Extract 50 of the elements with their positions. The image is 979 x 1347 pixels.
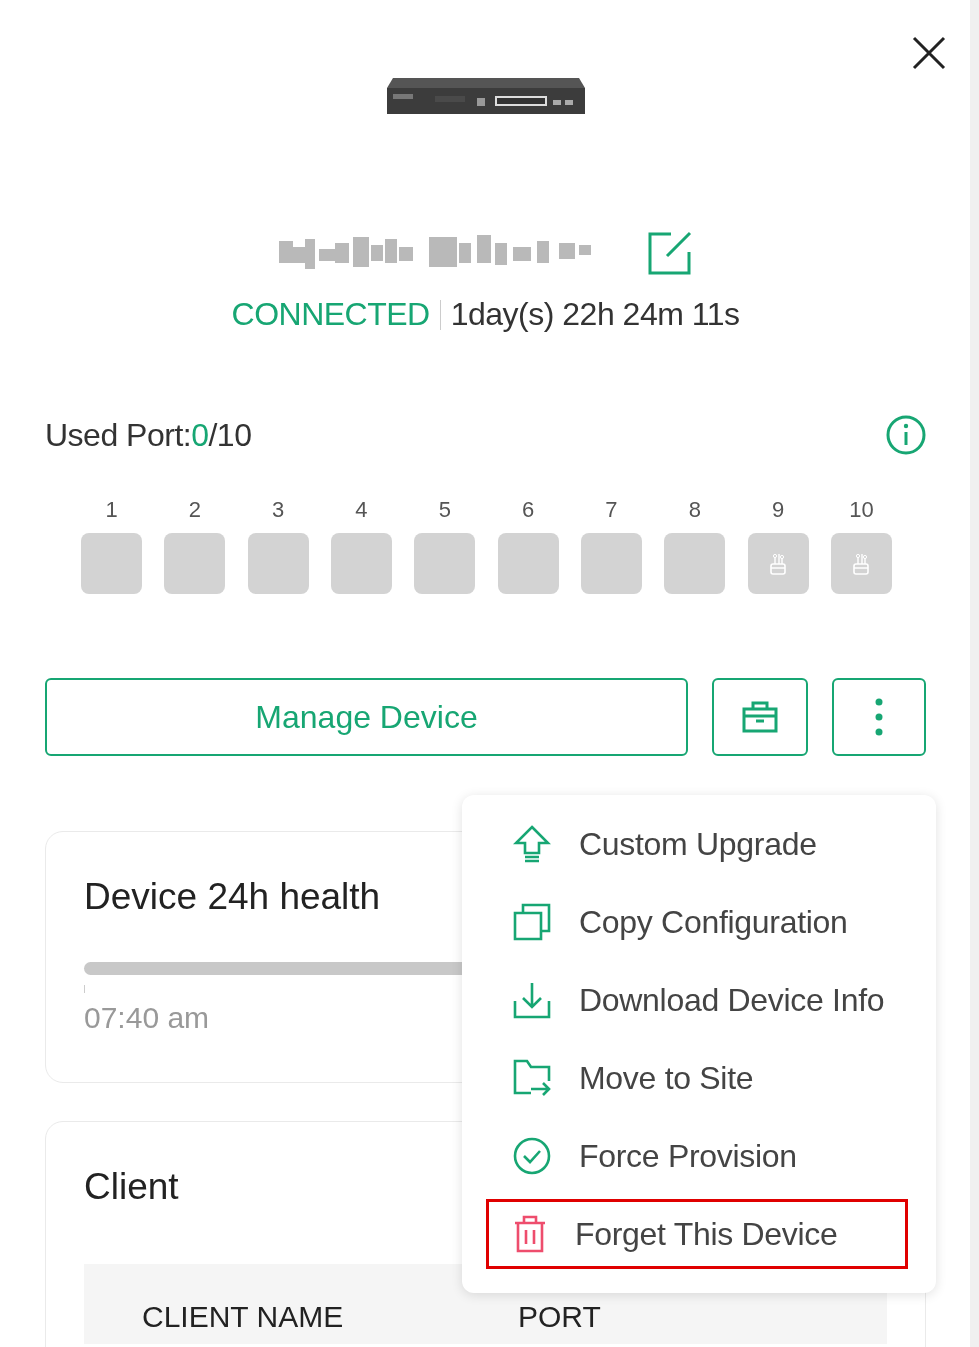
card-title: Client xyxy=(84,1166,179,1208)
fiber-port-icon xyxy=(769,551,788,576)
download-icon xyxy=(513,981,551,1019)
more-button[interactable] xyxy=(832,678,926,756)
port-number: 6 xyxy=(522,497,535,523)
fiber-port-icon xyxy=(852,551,871,576)
port-slot[interactable] xyxy=(247,533,309,594)
uptime-text: 1day(s) 22h 24m 11s xyxy=(450,296,740,333)
port-number: 3 xyxy=(272,497,285,523)
port-slot[interactable] xyxy=(331,533,392,594)
port-number: 7 xyxy=(605,497,618,523)
port-slot[interactable] xyxy=(164,533,226,594)
port-number: 8 xyxy=(688,497,701,523)
port-number: 5 xyxy=(438,497,451,523)
column-header: CLIENT NAME xyxy=(142,1300,345,1335)
more-icon xyxy=(875,698,883,736)
port-number: 4 xyxy=(355,497,368,523)
toolbox-button[interactable] xyxy=(712,678,808,756)
copy-icon xyxy=(513,903,551,941)
port-number: 10 xyxy=(849,497,874,523)
menu-item[interactable]: Forget This Device xyxy=(486,1199,908,1269)
menu-item[interactable]: Download Device Info xyxy=(486,965,908,1035)
port-slot[interactable] xyxy=(81,533,142,594)
close-button[interactable] xyxy=(912,36,946,70)
used-port-text: Used Port:0/10 xyxy=(45,416,252,454)
menu-item[interactable]: Custom Upgrade xyxy=(486,809,908,879)
port-slot[interactable] xyxy=(580,533,642,594)
folder-arrow-icon xyxy=(513,1059,551,1097)
info-icon[interactable] xyxy=(886,415,926,455)
check-circle-icon xyxy=(513,1137,551,1175)
trash-icon xyxy=(513,1215,547,1253)
port-number: 1 xyxy=(105,497,118,523)
card-title: Device 24h health xyxy=(84,876,381,918)
menu-item[interactable]: Copy Configuration xyxy=(486,887,908,957)
menu-item[interactable]: Move to Site xyxy=(486,1043,908,1113)
port-slot[interactable] xyxy=(414,533,476,594)
port-slot[interactable] xyxy=(830,533,892,594)
column-header: PORT xyxy=(518,1300,601,1335)
upload-arrow-icon xyxy=(513,825,551,863)
port-slot[interactable] xyxy=(747,533,809,594)
port-number: 9 xyxy=(772,497,785,523)
close-icon xyxy=(912,36,946,70)
menu-item[interactable]: Force Provision xyxy=(486,1121,908,1191)
edit-icon[interactable] xyxy=(646,230,693,276)
time-label: 07:40 am xyxy=(84,1001,210,1035)
briefcase-icon xyxy=(742,701,778,733)
status-text: CONNECTED xyxy=(231,296,430,333)
port-slot[interactable] xyxy=(497,533,559,594)
port-slot[interactable] xyxy=(664,533,726,594)
port-number: 2 xyxy=(188,497,201,523)
